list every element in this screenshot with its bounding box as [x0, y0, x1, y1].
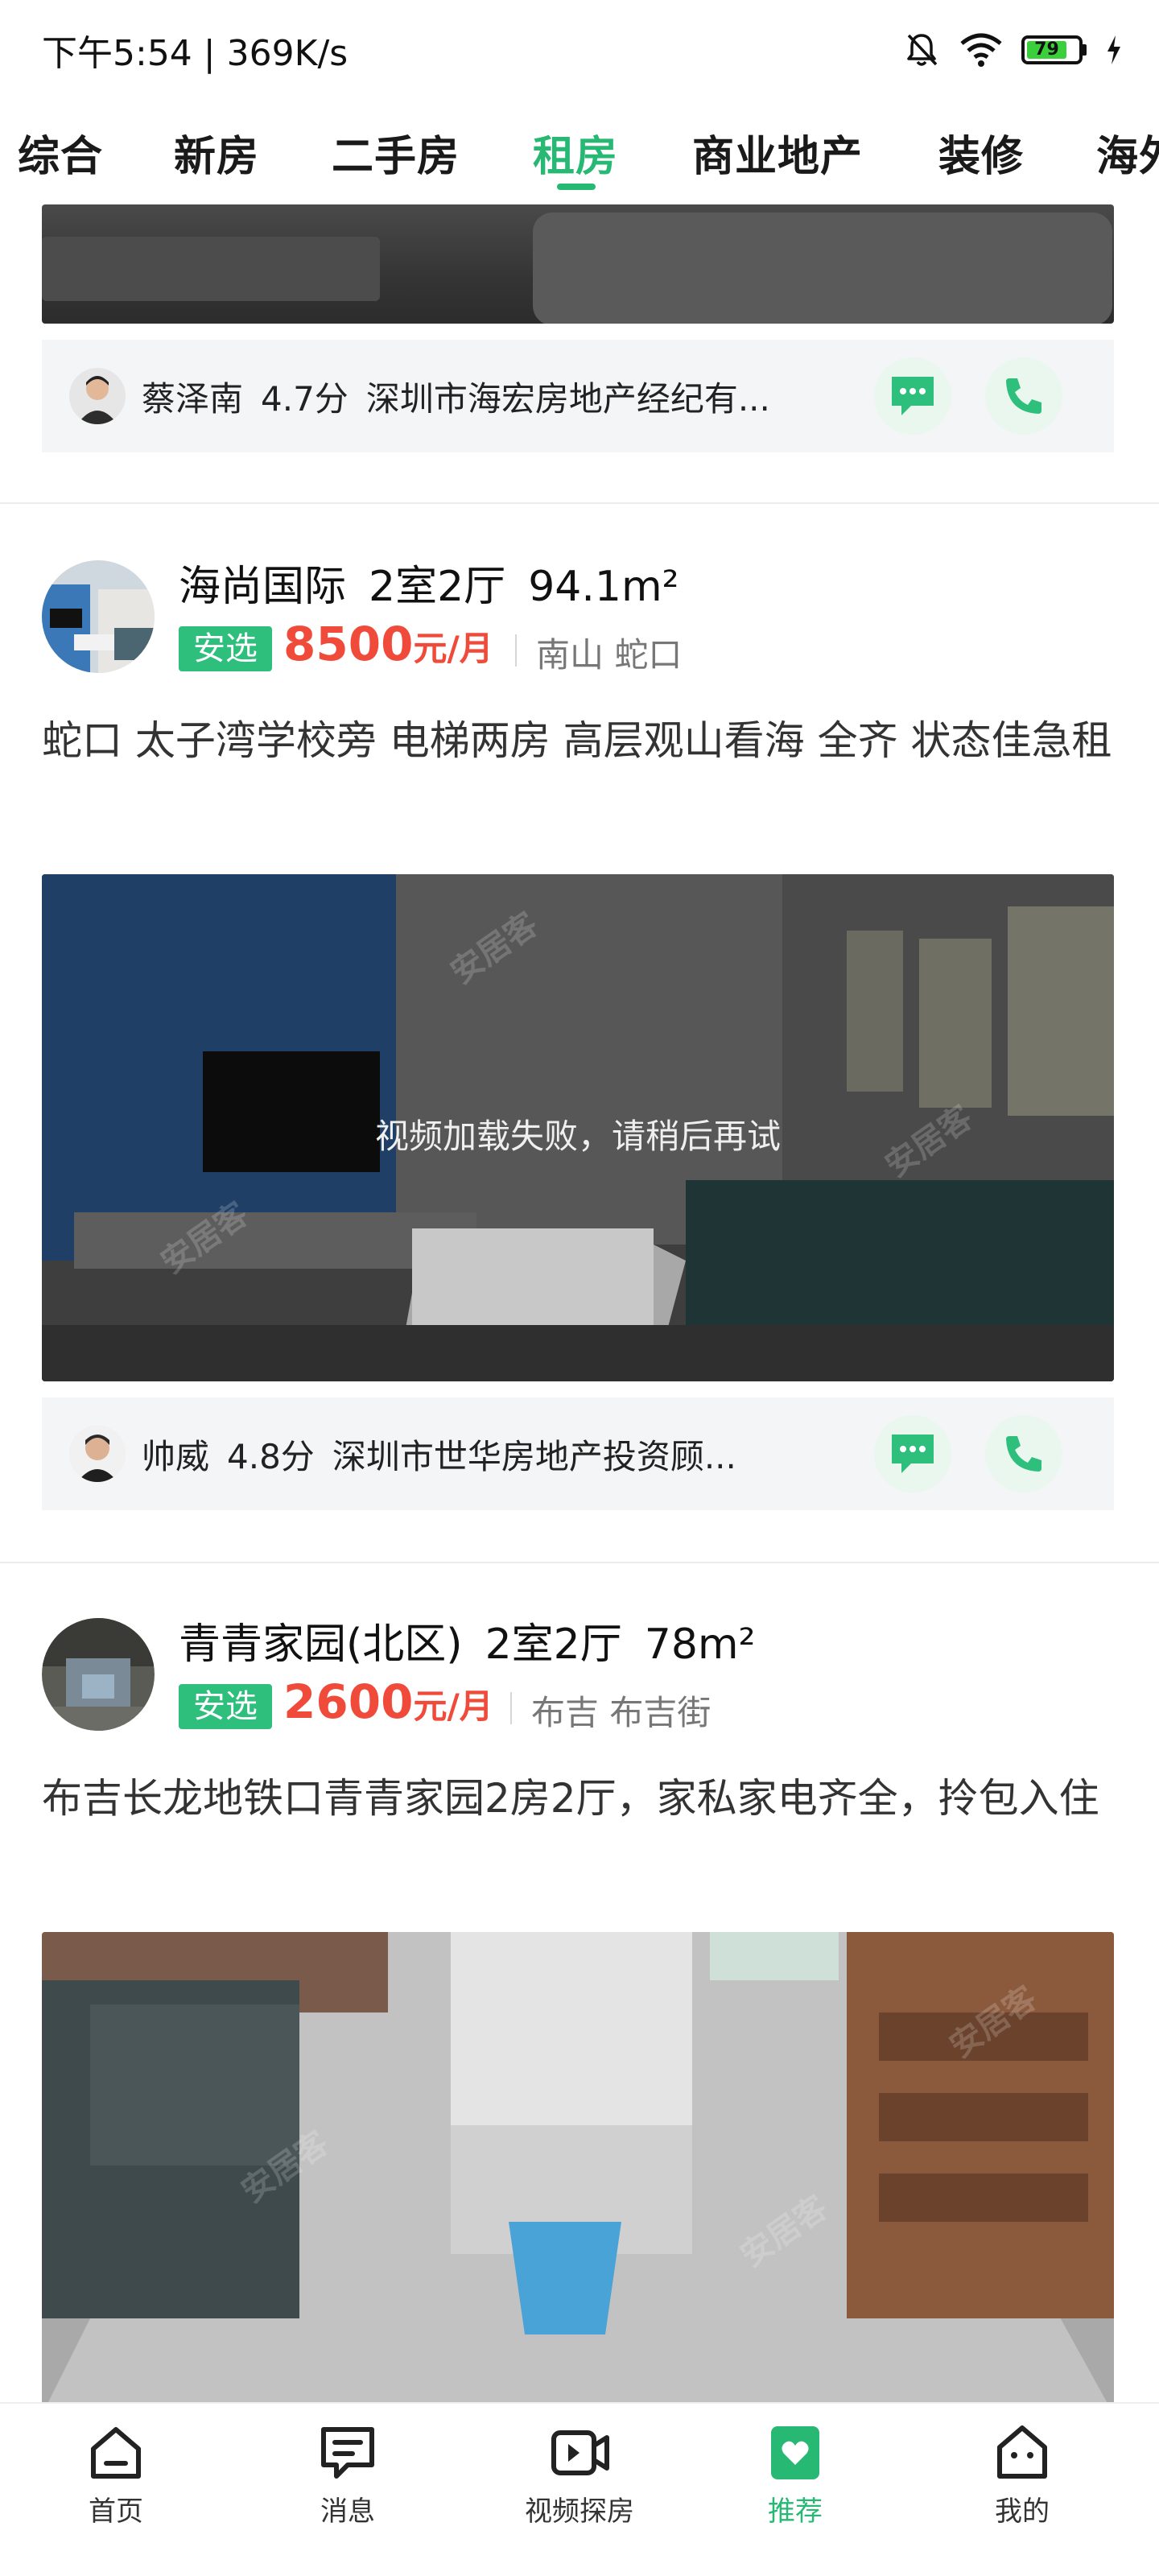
card-divider	[0, 1562, 1159, 1563]
listing-description: 蛇口 太子湾学校旁 电梯两房 高层观山看海 全齐 状态佳急租	[42, 717, 1112, 764]
tab-comprehensive[interactable]: 综合	[18, 122, 103, 183]
status-time-speed: 下午5:54 | 369K/s	[42, 33, 349, 74]
nav-recommend[interactable]: 推荐	[715, 2420, 876, 2529]
verified-badge: 安选	[179, 1684, 272, 1729]
nav-home[interactable]: 首页	[35, 2420, 196, 2529]
tab-new-homes[interactable]: 新房	[174, 122, 259, 183]
tab-rental[interactable]: 租房	[533, 122, 618, 183]
agent-company: 深圳市世华房地产投资顾...	[332, 1437, 736, 1476]
agent-row[interactable]: 蔡泽南 4.7分 深圳市海宏房地产经纪有...	[42, 340, 1114, 452]
nav-messages-label: 消息	[320, 2496, 375, 2528]
listing-title: 海尚国际	[179, 563, 347, 611]
call-button[interactable]	[985, 357, 1062, 435]
chat-icon	[892, 1435, 934, 1473]
tab-second-hand[interactable]: 二手房	[332, 122, 460, 183]
nav-recommend-label: 推荐	[768, 2496, 823, 2528]
nav-video-tour[interactable]: 视频探房	[499, 2420, 660, 2529]
message-icon	[321, 2427, 374, 2479]
recommend-icon	[771, 2426, 819, 2479]
call-button[interactable]	[985, 1415, 1062, 1492]
agent-score: 4.8分	[227, 1437, 315, 1476]
mute-bell-icon	[907, 34, 938, 66]
chat-icon	[892, 377, 934, 415]
category-tabs: 综合 新房 二手房 租房 商业地产 装修 海外	[0, 121, 1159, 204]
battery-level: 79	[1027, 41, 1066, 59]
bottom-navigation: 首页 消息 视频探房 推荐 我的	[0, 2402, 1159, 2576]
agent-avatar[interactable]	[69, 1426, 126, 1482]
listing-video[interactable]: 安居客 安居客 安居客 视频加载失败，请稍后再试	[42, 874, 1114, 1381]
video-icon	[551, 2430, 609, 2475]
agent-company: 深圳市海宏房地产经纪有...	[365, 379, 770, 419]
agent-avatar[interactable]	[69, 368, 126, 424]
status-icons: 79	[902, 29, 1124, 71]
phone-icon	[1006, 378, 1041, 414]
chat-button[interactable]	[874, 357, 951, 435]
price-unit: 元/月	[413, 629, 493, 668]
location-separator	[510, 1692, 512, 1724]
nav-profile-label: 我的	[995, 2496, 1050, 2528]
verified-badge: 安选	[179, 626, 272, 671]
listing-price: 2600	[283, 1674, 414, 1729]
wifi-icon	[960, 33, 1002, 67]
video-load-error-message: 视频加载失败，请稍后再试	[374, 1117, 781, 1156]
listing-thumbnail[interactable]	[42, 1618, 155, 1731]
tab-overseas[interactable]: 海外	[1096, 122, 1159, 183]
status-bar: 下午5:54 | 369K/s 79	[0, 0, 1159, 100]
listing-area: 94.1m²	[528, 563, 679, 611]
nav-profile[interactable]: 我的	[942, 2420, 1103, 2529]
listing-feed[interactable]: 蔡泽南 4.7分 深圳市海宏房地产经纪有... 海尚国际 2室2厅 94.1m² 安选 …	[0, 204, 1159, 2402]
nav-messages[interactable]: 消息	[267, 2420, 428, 2529]
location-separator	[515, 634, 517, 667]
charging-bolt-icon	[1107, 35, 1120, 64]
listing-location: 南山 蛇口	[536, 635, 683, 675]
listing-location: 布吉 布吉街	[531, 1693, 711, 1732]
nav-video-tour-label: 视频探房	[525, 2496, 634, 2528]
profile-icon	[997, 2425, 1047, 2479]
agent-score: 4.7分	[261, 379, 349, 419]
nav-home-label: 首页	[89, 2496, 143, 2528]
listing-layout: 2室2厅	[485, 1620, 622, 1669]
agent-name: 蔡泽南	[142, 379, 244, 419]
tab-commercial[interactable]: 商业地产	[692, 122, 863, 183]
listing-photo[interactable]: 安居客 安居客 安居客	[42, 1932, 1114, 2402]
chat-button[interactable]	[874, 1415, 951, 1492]
listing-title: 青青家园(北区)	[179, 1620, 463, 1669]
listing-photo[interactable]	[42, 204, 1114, 324]
card-divider	[0, 502, 1159, 504]
active-tab-indicator	[557, 184, 596, 190]
listing-area: 78m²	[644, 1620, 756, 1669]
battery-icon: 79	[1021, 35, 1087, 64]
listing-layout: 2室2厅	[369, 563, 506, 611]
listing-thumbnail[interactable]	[42, 560, 155, 673]
listing-description: 布吉长龙地铁口青青家园2房2厅，家私家电齐全，拎包入住	[42, 1775, 1099, 1822]
agent-name: 帅威	[142, 1437, 210, 1476]
listing-price: 8500	[283, 617, 414, 671]
home-icon	[91, 2427, 141, 2479]
tab-decoration[interactable]: 装修	[938, 122, 1024, 183]
phone-icon	[1006, 1436, 1041, 1472]
price-unit: 元/月	[413, 1686, 493, 1726]
agent-row[interactable]: 帅威 4.8分 深圳市世华房地产投资顾...	[42, 1397, 1114, 1510]
